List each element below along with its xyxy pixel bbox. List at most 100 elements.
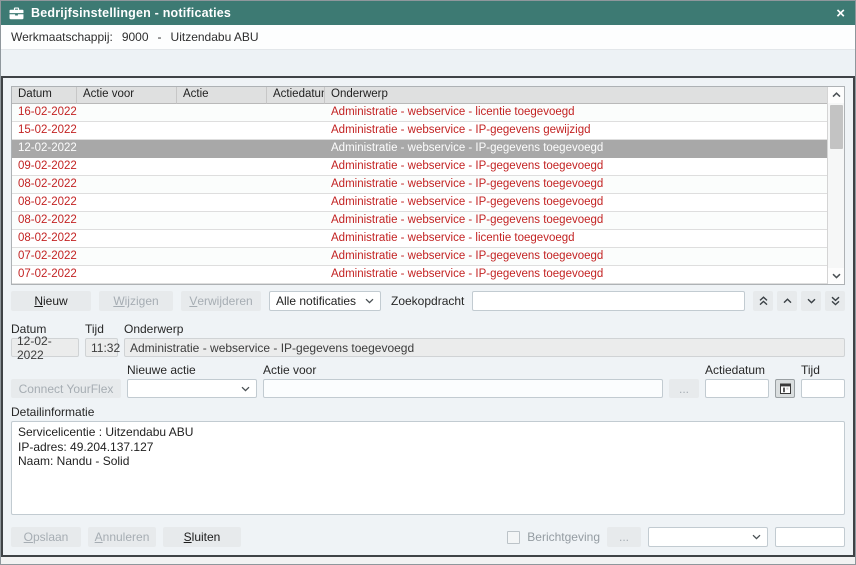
edit-button[interactable]: Wijzigen — [99, 291, 173, 311]
cell-actie — [177, 266, 267, 283]
scroll-down-button[interactable] — [828, 268, 845, 284]
nieuwe-actie-select[interactable] — [127, 379, 257, 398]
cell-actie-voor — [77, 140, 177, 157]
cell-onderwerp: Administratie - webservice - IP-gegevens… — [325, 140, 827, 157]
record-navigation — [753, 291, 845, 311]
table-row[interactable]: 12-02-2022 Administratie - webservice - … — [12, 140, 827, 158]
cell-actie — [177, 284, 267, 285]
next-record-button[interactable] — [801, 291, 821, 311]
filter-select-value: Alle notificaties — [276, 294, 356, 308]
berichtgeving-checkbox[interactable] — [507, 531, 520, 544]
detailinformatie-textarea[interactable]: Servicelicentie : Uitzendabu ABU IP-adre… — [11, 421, 845, 515]
header-cell[interactable]: Actie voor — [77, 87, 177, 104]
previous-record-button[interactable] — [777, 291, 797, 311]
cell-actiedatum — [267, 140, 325, 157]
cell-onderwerp: Administratie - webservice - licentie to… — [325, 230, 827, 247]
search-label: Zoekopdracht — [391, 294, 464, 308]
table-row[interactable]: 07-02-2022 Administratie - webservice - … — [12, 266, 827, 284]
title-bar: Bedrijfsinstellingen - notificaties × — [1, 1, 855, 25]
cell-actie-voor — [77, 104, 177, 121]
header-cell[interactable]: Actie — [177, 87, 267, 104]
main-panel: DatumActie voorActieActiedatumOnderwerp … — [1, 76, 855, 557]
last-record-button[interactable] — [825, 291, 845, 311]
cell-datum: 08-02-2022 — [12, 176, 77, 193]
detail-line: IP-adres: 49.204.137.127 — [18, 440, 838, 455]
cell-actie-voor — [77, 230, 177, 247]
table-row[interactable]: 16-02-2022 Administratie - webservice - … — [12, 104, 827, 122]
cell-actie-voor — [77, 266, 177, 283]
window-bottom-edge — [1, 557, 855, 564]
berichtgeving-input[interactable] — [775, 527, 845, 547]
table-row[interactable]: 08-02-2022 Administratie - webservice - … — [12, 212, 827, 230]
tijd2-label: Tijd — [801, 363, 845, 377]
cell-datum: 09-02-2022 — [12, 158, 77, 175]
table-row[interactable]: 15-02-2022 Administratie - webservice - … — [12, 122, 827, 140]
berichtgeving-lookup-button[interactable]: ... — [607, 527, 641, 547]
scroll-up-button[interactable] — [828, 87, 845, 103]
cell-datum: 15-02-2022 — [12, 122, 77, 139]
save-button[interactable]: Opslaan — [11, 527, 81, 547]
actie-voor-label: Actie voor — [263, 363, 663, 377]
header-cell[interactable]: Datum — [12, 87, 77, 104]
toolbar: Nieuw Wijzigen Verwijderen Alle notifica… — [11, 291, 845, 311]
chevron-down-icon — [752, 534, 761, 540]
detail-row-1: Datum 12-02-2022 Tijd 11:32 Onderwerp Ad… — [11, 322, 845, 357]
detail-row-2: Connect YourFlex Nieuwe actie Actie voor… — [11, 363, 845, 398]
nieuwe-actie-label: Nieuwe actie — [127, 363, 257, 377]
company-name: Uitzendabu ABU — [171, 30, 259, 44]
chevron-down-icon — [365, 298, 374, 304]
actie-voor-input[interactable] — [263, 379, 663, 398]
cell-actiedatum — [267, 176, 325, 193]
cell-actie-voor — [77, 212, 177, 229]
cell-actiedatum — [267, 230, 325, 247]
cell-actie — [177, 176, 267, 193]
chevron-down-icon — [241, 386, 250, 392]
table-row[interactable]: 07-02-2022 Administratie - webservice - … — [12, 248, 827, 266]
calendar-icon[interactable] — [775, 379, 795, 398]
cell-onderwerp: Administratie - webservice - IP-gegevens… — [325, 122, 827, 139]
search-input[interactable] — [472, 291, 745, 311]
cell-actie-voor — [77, 248, 177, 265]
new-button[interactable]: Nieuw — [11, 291, 91, 311]
table-scrollbar[interactable] — [827, 87, 844, 284]
filter-select[interactable]: Alle notificaties — [269, 291, 381, 311]
cell-actie — [177, 194, 267, 211]
detail-line: Servicelicentie : Uitzendabu ABU — [18, 425, 838, 440]
notifications-table: DatumActie voorActieActiedatumOnderwerp … — [11, 86, 845, 285]
datum-field: 12-02-2022 — [11, 338, 79, 357]
header-cell[interactable]: Actiedatum — [267, 87, 325, 104]
cell-datum: 08-02-2022 — [12, 194, 77, 211]
tijd2-input[interactable] — [801, 379, 845, 398]
tijd-label: Tijd — [85, 322, 118, 336]
cell-datum: 07-02-2022 — [12, 248, 77, 265]
header-cell[interactable]: Onderwerp — [325, 87, 827, 104]
table-row[interactable]: 07-02-2022 Administratie - webservice - … — [12, 284, 827, 285]
close-button[interactable]: Sluiten — [163, 527, 241, 547]
cell-onderwerp: Administratie - webservice - IP-gegevens… — [325, 158, 827, 175]
scrollbar-thumb[interactable] — [830, 105, 843, 149]
cell-datum: 16-02-2022 — [12, 104, 77, 121]
cell-actie-voor — [77, 194, 177, 211]
cell-datum: 07-02-2022 — [12, 266, 77, 283]
cell-actiedatum — [267, 158, 325, 175]
actiedatum-input[interactable] — [705, 379, 769, 398]
close-icon[interactable]: × — [834, 6, 847, 21]
cell-onderwerp: Administratie - webservice - IP-gegevens… — [325, 284, 827, 285]
table-row[interactable]: 09-02-2022 Administratie - webservice - … — [12, 158, 827, 176]
cell-actiedatum — [267, 284, 325, 285]
cancel-button[interactable]: Annuleren — [88, 527, 156, 547]
first-record-button[interactable] — [753, 291, 773, 311]
delete-button[interactable]: Verwijderen — [181, 291, 261, 311]
table-row[interactable]: 08-02-2022 Administratie - webservice - … — [12, 176, 827, 194]
cell-actie — [177, 230, 267, 247]
table-row[interactable]: 08-02-2022 Administratie - webservice - … — [12, 194, 827, 212]
table-row[interactable]: 08-02-2022 Administratie - webservice - … — [12, 230, 827, 248]
actie-voor-lookup-button[interactable]: ... — [669, 379, 699, 398]
cell-actie-voor — [77, 284, 177, 285]
cell-actie — [177, 248, 267, 265]
onderwerp-label: Onderwerp — [124, 322, 845, 336]
berichtgeving-select[interactable] — [648, 527, 768, 547]
connect-yourflex-button[interactable]: Connect YourFlex — [11, 379, 121, 398]
cell-actie — [177, 104, 267, 121]
toolbox-icon — [9, 7, 24, 20]
